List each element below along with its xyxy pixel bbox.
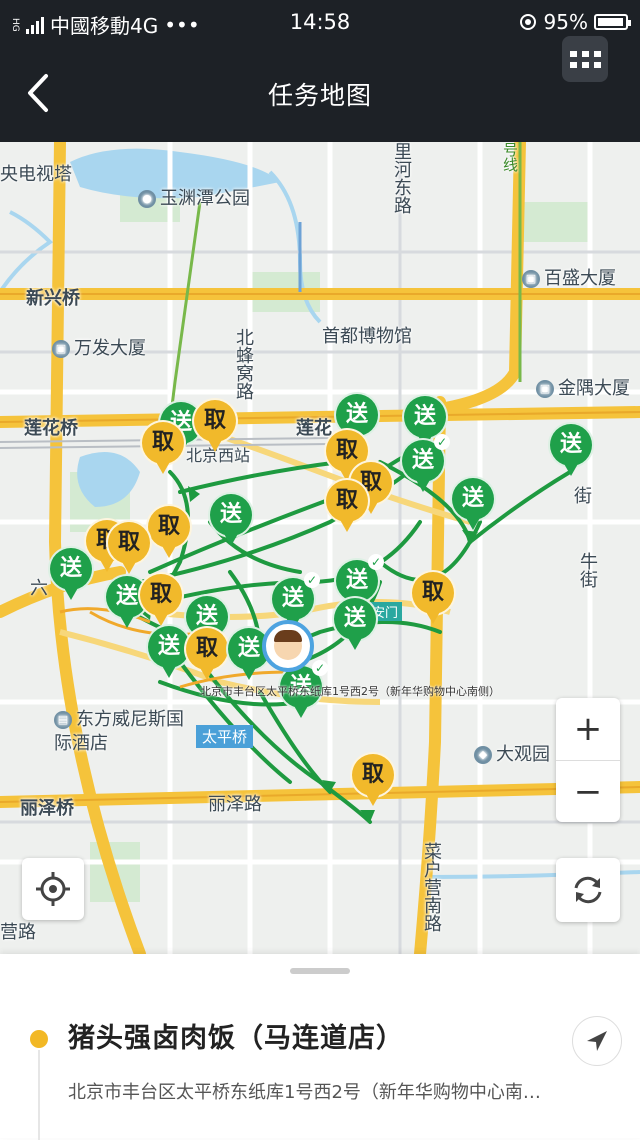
pin-tail bbox=[563, 462, 579, 476]
page-title: 任务地图 bbox=[267, 81, 372, 110]
task-detail-sheet[interactable]: 猪头强卤肉饭（马连道店） 北京市丰台区太平桥东纸库1号西2号（新年华购物中心南… bbox=[0, 954, 640, 1140]
landmark-icon: ◆ bbox=[474, 746, 492, 764]
museum-name: 首都博物馆 bbox=[322, 326, 412, 347]
pin-tail bbox=[347, 636, 363, 650]
map-label-liu: 六 bbox=[30, 578, 48, 599]
check-icon: ✓ bbox=[304, 572, 320, 588]
map-label-beifeng: 北蜂窝路 bbox=[233, 328, 254, 400]
map-label-jie: 街 bbox=[574, 486, 592, 507]
park-name: 玉渊潭公园 bbox=[160, 188, 250, 209]
pickup-pin[interactable]: 取 bbox=[192, 398, 238, 454]
map-label-line: 号线 bbox=[501, 142, 519, 172]
map-label-park: ● 玉渊潭公园 bbox=[138, 184, 250, 210]
refresh-icon bbox=[574, 876, 602, 904]
shop-address: 北京市丰台区太平桥东纸库1号西2号（新年华购物中心南… bbox=[68, 1082, 541, 1103]
baisheng-name: 百盛大厦 bbox=[544, 268, 616, 289]
zoom-in-button[interactable]: + bbox=[556, 698, 620, 761]
pin-tail bbox=[465, 516, 481, 530]
zoom-control: + − bbox=[556, 698, 620, 822]
map-label-lianhua: 莲花桥 bbox=[24, 418, 78, 439]
navigate-arrow-icon bbox=[587, 1031, 607, 1051]
status-right: 95% bbox=[518, 10, 631, 34]
location-status-icon bbox=[519, 14, 536, 30]
park-icon: ● bbox=[138, 190, 156, 208]
status-bar: HG 中國移動4G ••• 14:58 95% bbox=[0, 0, 640, 44]
pin-tail bbox=[293, 704, 309, 718]
send-pin[interactable]: 送 bbox=[48, 546, 94, 602]
battery-percent: 95% bbox=[543, 10, 588, 34]
daguanyuan-name: 大观园 bbox=[496, 744, 550, 765]
map-label-lize-road: 丽泽路 bbox=[208, 794, 262, 815]
map-label-gong-road: 营路 bbox=[0, 922, 36, 943]
building-icon: ▣ bbox=[522, 270, 540, 288]
pin-tail bbox=[415, 478, 431, 492]
map-label-jinyu: ▣ 金隅大厦 bbox=[536, 374, 630, 400]
map-label-dongfang: ▤ 东方威尼斯国际酒店 bbox=[54, 708, 194, 756]
wanfa-name: 万发大厦 bbox=[74, 338, 146, 359]
pickup-pin[interactable]: 取 bbox=[138, 572, 184, 628]
send-pin[interactable]: 送 bbox=[450, 476, 496, 532]
map-label-caihuying: 菜户营南路 bbox=[421, 842, 442, 932]
pin-tail bbox=[425, 610, 441, 624]
pin-tail bbox=[155, 460, 171, 474]
map-label-lize-bridge: 丽泽桥 bbox=[20, 798, 74, 819]
building-icon: ▣ bbox=[536, 380, 554, 398]
map-label-museum: 首都博物馆 bbox=[322, 322, 412, 348]
send-pin[interactable]: 送 bbox=[332, 596, 378, 652]
pickup-pin[interactable]: 取 bbox=[324, 478, 370, 534]
map-label-wanfa: ▣ 万发大厦 bbox=[52, 334, 146, 360]
check-icon: ✓ bbox=[312, 660, 328, 676]
pin-tail bbox=[207, 438, 223, 452]
station-tag-taiping: 太平桥 bbox=[196, 725, 254, 748]
pin-tail bbox=[339, 518, 355, 532]
pin-tail bbox=[161, 544, 177, 558]
rider-address-label: 北京市丰台区太平桥东纸库1号西2号（新年华购物中心南侧） bbox=[200, 685, 500, 698]
send-pin[interactable]: 送 bbox=[208, 492, 254, 548]
jinyu-name: 金隅大厦 bbox=[558, 378, 630, 399]
locate-icon bbox=[36, 872, 70, 906]
check-icon: ✓ bbox=[434, 434, 450, 450]
refresh-button[interactable] bbox=[556, 858, 620, 922]
map-label-baisheng: ▣ 百盛大厦 bbox=[522, 264, 616, 290]
sheet-drag-handle[interactable] bbox=[290, 968, 350, 974]
map-label-river-road: 里河东路 bbox=[391, 142, 412, 214]
grid-menu-icon[interactable] bbox=[562, 36, 608, 82]
pin-tail bbox=[365, 792, 381, 806]
check-icon: ✓ bbox=[368, 554, 384, 570]
pickup-pin[interactable]: 取 bbox=[146, 504, 192, 560]
building-icon: ▣ bbox=[52, 340, 70, 358]
zoom-out-button[interactable]: − bbox=[556, 761, 620, 823]
pin-tail bbox=[119, 614, 135, 628]
pin-tail bbox=[223, 532, 239, 546]
pin-tail bbox=[199, 666, 215, 680]
map-label-xinxing: 新兴桥 bbox=[26, 288, 80, 309]
task-map[interactable]: 央电视塔 ● 玉渊潭公园 里河东路 号线 ▣ 百盛大厦 新兴桥 ▣ 万发大厦 首都博物… bbox=[0, 142, 640, 954]
timeline-line bbox=[38, 1050, 40, 1140]
map-label-daguanyuan: ◆ 大观园 bbox=[474, 740, 550, 766]
pickup-pin[interactable]: 取 bbox=[410, 570, 456, 626]
pickup-pin[interactable]: 取 bbox=[184, 626, 230, 682]
send-pin[interactable]: 送 bbox=[548, 422, 594, 478]
hotel-icon: ▤ bbox=[54, 711, 72, 729]
pickup-pin[interactable]: 取 bbox=[106, 520, 152, 576]
pin-tail bbox=[121, 560, 137, 574]
map-label-niujie: 牛街 bbox=[577, 552, 598, 588]
shop-name: 猪头强卤肉饭（马连道店） bbox=[68, 1023, 404, 1054]
rider-hair bbox=[274, 630, 302, 642]
send-pin[interactable]: 送 ✓ bbox=[400, 434, 450, 494]
battery-fill bbox=[598, 18, 623, 26]
pin-tail bbox=[161, 664, 177, 678]
pickup-pin[interactable]: 取 bbox=[140, 420, 186, 476]
pickup-pin[interactable]: 取 bbox=[350, 752, 396, 808]
nav-bar: 任务地图 bbox=[0, 36, 640, 142]
pickup-dot-icon bbox=[30, 1030, 48, 1048]
dongfang-name: 东方威尼斯国际酒店 bbox=[54, 709, 184, 754]
battery-icon bbox=[594, 14, 631, 30]
rider-avatar[interactable] bbox=[262, 620, 314, 672]
navigate-button[interactable] bbox=[572, 1016, 622, 1066]
locate-button[interactable] bbox=[22, 858, 84, 920]
map-label-tv-tower: 央电视塔 bbox=[0, 164, 72, 185]
pin-tail bbox=[63, 586, 79, 600]
pin-tail bbox=[241, 666, 257, 680]
